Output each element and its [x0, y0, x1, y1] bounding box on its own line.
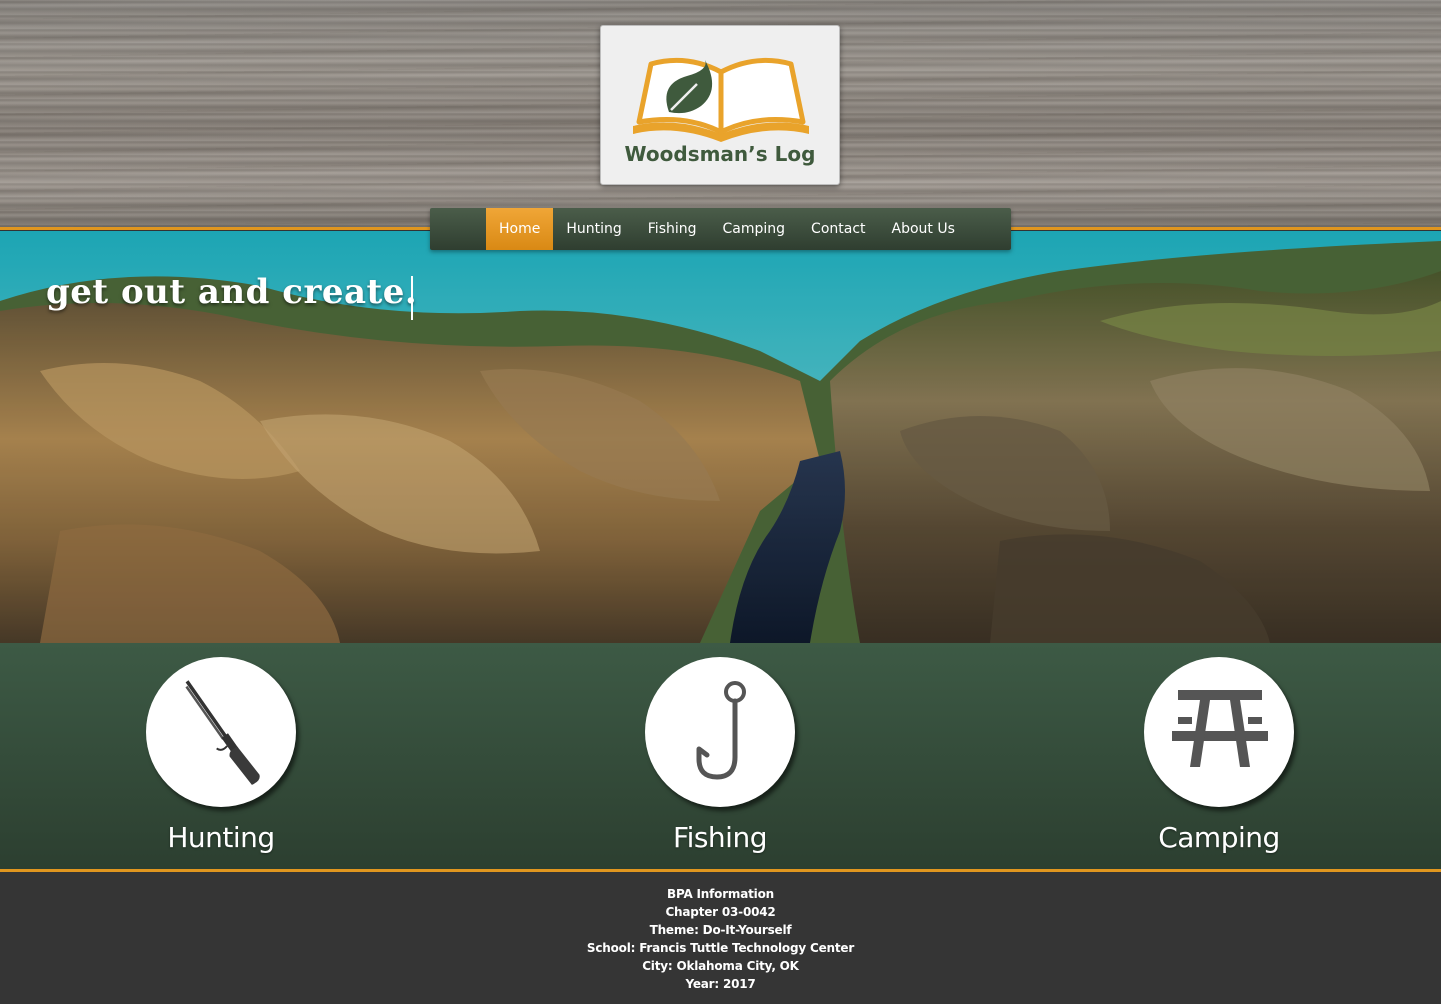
features-section: Hunting Fishing Camping: [0, 643, 1441, 869]
hunting-circle[interactable]: [146, 657, 296, 807]
feature-label-camping[interactable]: Camping: [1119, 821, 1319, 854]
site-footer: BPA Information Chapter 03-0042 Theme: D…: [0, 869, 1441, 1004]
main-nav: Home Hunting Fishing Camping Contact Abo…: [430, 208, 1011, 250]
nav-fishing[interactable]: Fishing: [635, 208, 710, 250]
footer-line-chapter: Chapter 03-0042: [665, 905, 776, 919]
fish-hook-icon: [696, 681, 746, 780]
feature-hunting[interactable]: Hunting: [121, 657, 321, 854]
feature-camping[interactable]: Camping: [1119, 657, 1319, 854]
nav-home[interactable]: Home: [486, 208, 554, 250]
footer-line-school: School: Francis Tuttle Technology Center: [586, 941, 855, 955]
rifle-icon: [185, 680, 260, 785]
logo-title: Woodsman’s Log: [624, 142, 816, 166]
footer-line-bpa: BPA Information: [667, 887, 774, 901]
nav-about-us[interactable]: About Us: [879, 208, 968, 250]
picnic-table-icon: [1172, 690, 1268, 767]
nav-hunting[interactable]: Hunting: [553, 208, 634, 250]
footer-line-theme: Theme: Do-It-Yourself: [649, 923, 792, 937]
book-leaf-icon: [633, 57, 809, 142]
footer-line-year: Year: 2017: [685, 977, 756, 991]
feature-label-fishing[interactable]: Fishing: [620, 821, 820, 854]
feature-label-hunting[interactable]: Hunting: [121, 821, 321, 854]
site-header: Woodsman’s Log: [0, 0, 1441, 230]
camping-circle[interactable]: [1144, 657, 1294, 807]
nav-contact[interactable]: Contact: [798, 208, 878, 250]
footer-line-city: City: Oklahoma City, OK: [642, 959, 799, 973]
hero-tagline: get out and create.: [46, 272, 418, 312]
nav-camping[interactable]: Camping: [710, 208, 799, 250]
text-cursor: [411, 276, 413, 320]
feature-fishing[interactable]: Fishing: [620, 657, 820, 854]
site-logo[interactable]: Woodsman’s Log: [600, 25, 840, 185]
fishing-circle[interactable]: [645, 657, 795, 807]
